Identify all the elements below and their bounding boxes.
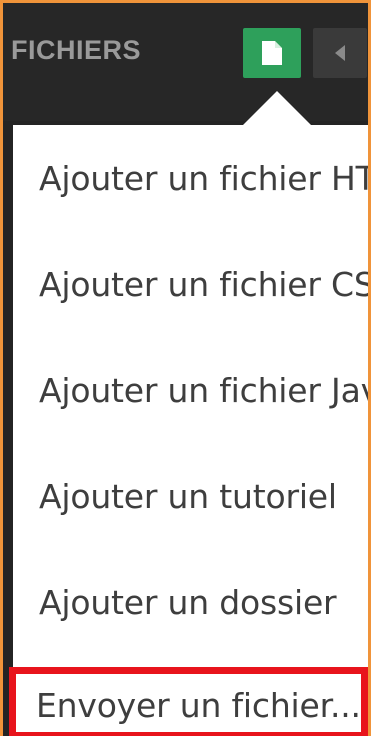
menu-item-add-html[interactable]: Ajouter un fichier HTML bbox=[13, 125, 368, 225]
files-panel-header: FICHIERS bbox=[3, 3, 368, 125]
new-file-button[interactable] bbox=[243, 28, 301, 78]
menu-item-label: Ajouter un tutoriel bbox=[39, 477, 337, 516]
file-icon bbox=[262, 41, 282, 65]
caret-left-icon bbox=[335, 45, 345, 61]
menu-item-add-javascript[interactable]: Ajouter un fichier JavaScript bbox=[13, 337, 368, 437]
menu-item-add-folder[interactable]: Ajouter un dossier bbox=[13, 549, 368, 649]
collapse-panel-button[interactable] bbox=[313, 28, 367, 78]
app-window: FICHIERS Ajouter un fichier HTML Ajouter… bbox=[0, 0, 371, 736]
menu-item-add-css[interactable]: Ajouter un fichier CSS bbox=[13, 231, 371, 331]
menu-item-label: Ajouter un fichier HTML bbox=[39, 159, 368, 198]
menu-item-label: Ajouter un fichier JavaScript bbox=[39, 371, 368, 410]
menu-item-add-tutorial[interactable]: Ajouter un tutoriel bbox=[13, 443, 368, 543]
panel-title: FICHIERS bbox=[11, 35, 142, 65]
new-file-dropdown-menu: Ajouter un fichier HTML Ajouter un fichi… bbox=[13, 125, 371, 736]
menu-item-label: Envoyer un fichier... bbox=[36, 686, 361, 725]
menu-item-upload-file[interactable]: Envoyer un fichier... bbox=[9, 667, 368, 736]
menu-item-label: Ajouter un dossier bbox=[39, 583, 337, 622]
dropdown-caret bbox=[243, 91, 311, 125]
menu-item-label: Ajouter un fichier CSS bbox=[39, 265, 371, 304]
